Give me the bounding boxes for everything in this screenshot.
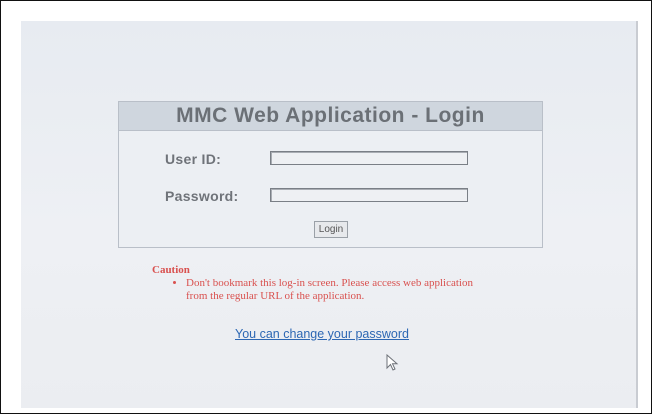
- password-label: Password:: [165, 188, 239, 204]
- user-id-label: User ID:: [165, 151, 222, 167]
- browser-viewport: MMC Web Application - Login User ID: Pas…: [21, 21, 638, 408]
- login-title: MMC Web Application - Login: [119, 102, 542, 131]
- caution-list: Don't bookmark this log-in screen. Pleas…: [152, 277, 482, 303]
- change-password-link[interactable]: You can change your password: [235, 327, 409, 341]
- user-id-input[interactable]: [270, 151, 468, 165]
- caution-message: Don't bookmark this log-in screen. Pleas…: [186, 277, 482, 303]
- password-input[interactable]: [270, 188, 468, 202]
- login-panel: MMC Web Application - Login User ID: Pas…: [118, 101, 543, 248]
- mouse-pointer-icon: [386, 354, 399, 371]
- photo-frame: MMC Web Application - Login User ID: Pas…: [0, 0, 652, 414]
- caution-notice: Caution Don't bookmark this log-in scree…: [152, 264, 482, 303]
- caution-title: Caution: [152, 264, 190, 276]
- login-button[interactable]: Login: [314, 221, 348, 238]
